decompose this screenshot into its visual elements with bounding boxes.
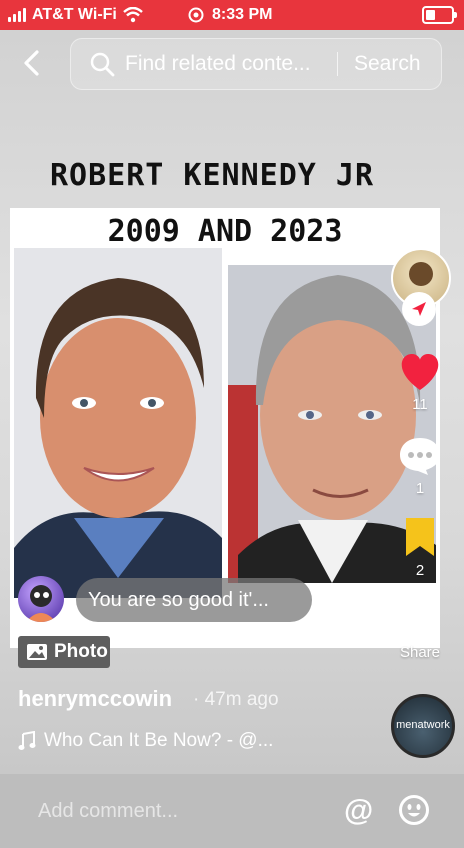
search-icon xyxy=(90,52,115,77)
clock: 8:33 PM xyxy=(212,6,273,23)
save-button[interactable]: 2 xyxy=(394,518,446,579)
music-info[interactable]: Who Can It Be Now? - @... xyxy=(18,730,273,752)
comment-composer: Add comment... @ xyxy=(0,774,464,848)
save-count: 2 xyxy=(415,562,425,579)
search-input[interactable]: Find related conte... xyxy=(125,52,329,76)
comment-button[interactable]: 1 xyxy=(394,436,446,497)
photo-chip-label: Photo xyxy=(54,641,108,662)
emoji-icon[interactable] xyxy=(398,794,430,826)
signal-icon xyxy=(8,8,26,22)
post-time: · 47m ago xyxy=(193,689,279,710)
alarm-icon xyxy=(188,7,204,23)
photo-icon xyxy=(27,644,47,660)
search-bar[interactable]: Find related conte... Search xyxy=(70,38,442,90)
heart-icon xyxy=(401,354,439,390)
comment-icon xyxy=(400,438,440,475)
follow-icon xyxy=(412,302,426,316)
status-bar: AT&T Wi-Fi 8:33 PM xyxy=(0,0,464,30)
post-title-line2: 2009 AND 2023 xyxy=(107,214,343,249)
like-count: 11 xyxy=(412,396,428,413)
search-button[interactable]: Search xyxy=(354,52,421,76)
share-icon xyxy=(400,602,440,638)
back-icon[interactable] xyxy=(18,48,48,78)
comment-input[interactable]: Add comment... xyxy=(38,800,178,823)
username[interactable]: henrymccowin xyxy=(18,686,172,712)
music-note-icon xyxy=(18,731,36,750)
portrait-2009 xyxy=(14,248,222,598)
bookmark-icon xyxy=(406,518,434,556)
share-button[interactable]: Share xyxy=(394,600,446,661)
post-title-line1: ROBERT KENNEDY JR xyxy=(49,158,375,193)
disc-label: menatwork xyxy=(396,719,450,731)
search-divider xyxy=(337,52,338,76)
mention-button[interactable]: @ xyxy=(344,794,373,828)
comment-preview[interactable]: You are so good it'... xyxy=(76,578,312,622)
comment-count: 1 xyxy=(415,480,425,497)
music-title: Who Can It Be Now? - @... xyxy=(44,730,274,751)
commenter-avatar xyxy=(18,576,64,622)
music-disc[interactable]: menatwork xyxy=(391,694,455,758)
carrier-label: AT&T Wi-Fi xyxy=(32,6,117,23)
photo-type-chip: Photo xyxy=(18,636,110,668)
share-label: Share xyxy=(399,644,441,661)
follow-button[interactable] xyxy=(402,292,436,326)
wifi-icon xyxy=(123,7,143,23)
battery-icon xyxy=(422,6,457,24)
comment-preview-text: You are so good it'... xyxy=(88,588,269,611)
like-button[interactable]: 11 xyxy=(394,352,446,413)
